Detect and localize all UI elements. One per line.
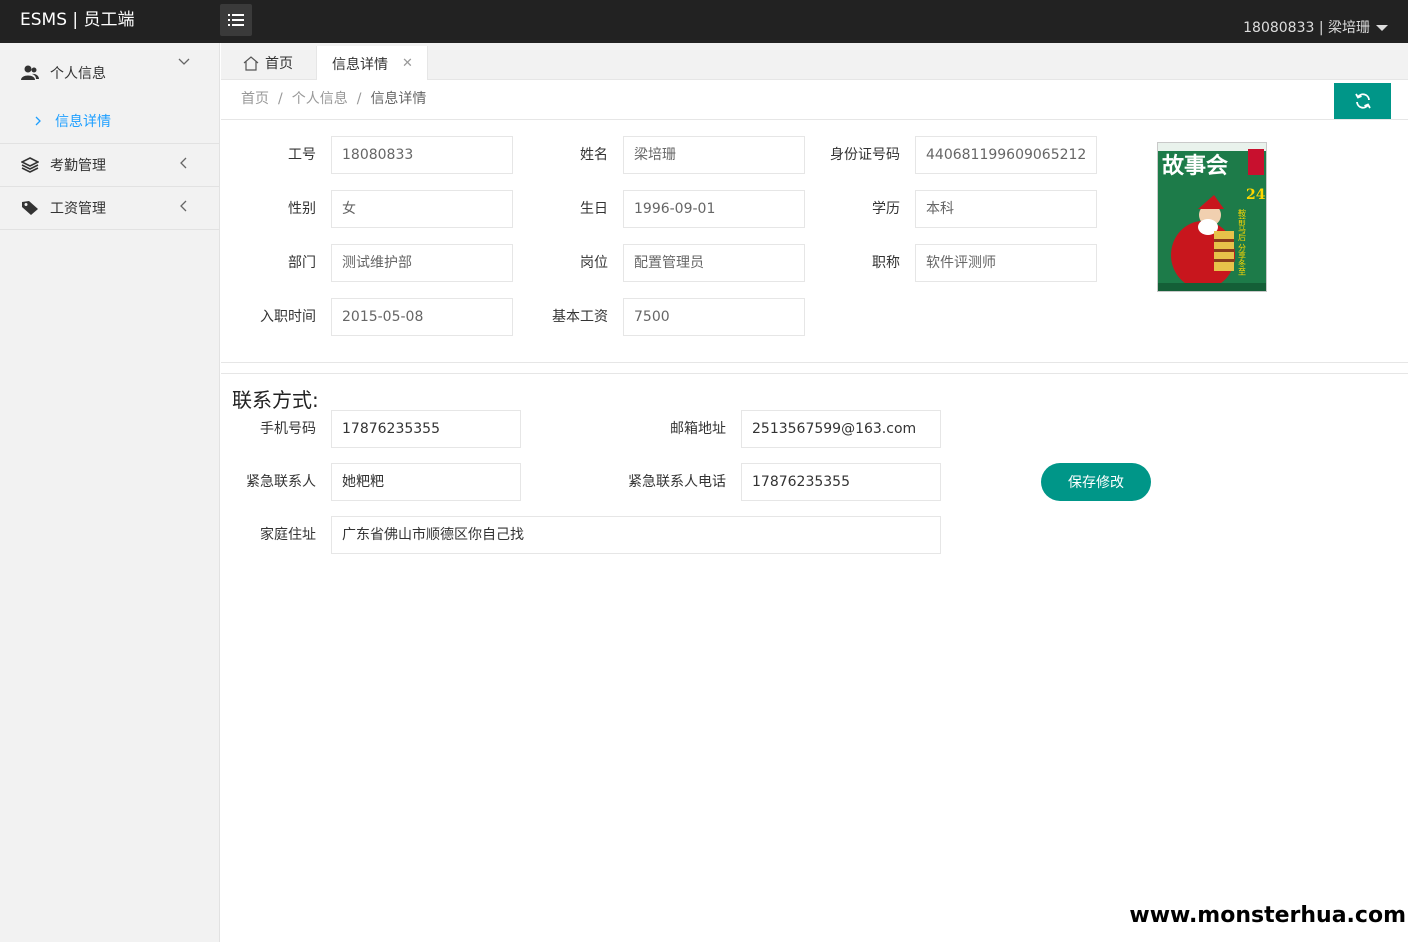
chevron-right-icon	[35, 116, 41, 126]
name-field[interactable]: 梁培珊	[623, 136, 805, 174]
base-salary-label: 基本工资	[552, 309, 608, 325]
sidebar-group-personal: 个人信息 信息详情	[0, 43, 219, 144]
address-input[interactable]: 广东省佛山市顺德区你自己找	[331, 516, 941, 554]
sidebar-item-salary[interactable]: 工资管理	[0, 187, 219, 229]
tab-label: 信息详情	[332, 56, 388, 73]
id-card-field[interactable]: 440681199609065212	[915, 136, 1097, 174]
department-field[interactable]: 测试维护部	[331, 244, 513, 282]
sidebar-item-label: 考勤管理	[50, 158, 106, 174]
id-card-label: 身份证号码	[830, 147, 900, 163]
watermark-text: www.monsterhua.com	[1129, 903, 1406, 928]
breadcrumb-current: 信息详情	[370, 91, 427, 107]
breadcrumb-home[interactable]: 首页	[241, 91, 269, 107]
section-divider	[221, 362, 1408, 363]
sidebar-item-attendance[interactable]: 考勤管理	[0, 144, 219, 186]
chevron-left-icon	[180, 200, 187, 212]
education-label: 学历	[872, 201, 900, 217]
tab-label: 首页	[265, 56, 293, 72]
caret-down-icon	[1376, 25, 1388, 31]
sidebar-item-info-detail[interactable]: 信息详情	[0, 103, 219, 139]
refresh-icon	[1354, 93, 1371, 109]
sidebar-item-label: 个人信息	[50, 66, 106, 82]
job-title-field[interactable]: 软件评测师	[915, 244, 1097, 282]
top-bar: ESMS | 员工端 18080833 | 梁培珊	[0, 0, 1408, 43]
refresh-button[interactable]	[1334, 83, 1391, 119]
birthday-label: 生日	[580, 201, 608, 217]
layers-icon	[20, 155, 40, 175]
magazine-masthead: 故事会	[1162, 153, 1228, 179]
user-icon	[20, 63, 40, 83]
sidebar-group-salary: 工资管理	[0, 187, 219, 230]
sidebar-subitem-label: 信息详情	[55, 114, 111, 130]
breadcrumb-bar: 首页 / 个人信息 / 信息详情	[221, 80, 1408, 120]
emp-id-label: 工号	[288, 147, 316, 163]
sidebar-item-label: 工资管理	[50, 201, 106, 217]
emergency-contact-input[interactable]: 她粑粑	[331, 463, 521, 501]
breadcrumb-personal-info[interactable]: 个人信息	[292, 91, 348, 107]
chevron-left-icon	[180, 157, 187, 169]
tab-home[interactable]: 首页	[243, 46, 293, 80]
email-label: 邮箱地址	[670, 421, 726, 437]
sidebar: 个人信息 信息详情 考勤管理 工资管理	[0, 43, 220, 942]
employee-photo: 故事会 24 鞍前马后 分享冬至	[1157, 142, 1267, 292]
education-field[interactable]: 本科	[915, 190, 1097, 228]
magazine-cover-image: 故事会 24 鞍前马后 分享冬至	[1158, 143, 1266, 291]
hire-date-label: 入职时间	[260, 309, 316, 325]
job-title-label: 职称	[872, 255, 900, 271]
department-label: 部门	[288, 255, 316, 271]
menu-toggle-button[interactable]	[220, 4, 252, 36]
save-button[interactable]: 保存修改	[1041, 463, 1151, 501]
position-field[interactable]: 配置管理员	[623, 244, 805, 282]
email-input[interactable]: 2513567599@163.com	[741, 410, 941, 448]
birthday-field[interactable]: 1996-09-01	[623, 190, 805, 228]
user-menu[interactable]: 18080833 | 梁培珊	[1243, 0, 1388, 43]
phone-label: 手机号码	[260, 421, 316, 437]
position-label: 岗位	[580, 255, 608, 271]
tab-bar: 首页 信息详情 ✕	[221, 43, 1408, 81]
sidebar-group-attendance: 考勤管理	[0, 144, 219, 187]
magazine-side-text: 鞍前马后 分享冬至	[1238, 208, 1247, 276]
name-label: 姓名	[580, 147, 608, 163]
home-icon	[243, 55, 259, 71]
magazine-issue: 24	[1246, 187, 1266, 203]
sidebar-item-personal-info[interactable]: 个人信息	[0, 43, 219, 103]
chevron-down-icon	[178, 58, 190, 65]
section-divider	[221, 373, 1408, 374]
emergency-phone-label: 紧急联系人电话	[628, 474, 726, 490]
menu-icon	[228, 14, 244, 26]
contact-section-title: 联系方式:	[232, 388, 319, 412]
app-title: ESMS | 员工端	[20, 10, 135, 30]
tab-info-detail[interactable]: 信息详情 ✕	[316, 46, 428, 81]
tag-icon	[20, 198, 40, 218]
phone-input[interactable]: 17876235355	[331, 410, 521, 448]
address-label: 家庭住址	[260, 527, 316, 543]
emp-id-field[interactable]: 18080833	[331, 136, 513, 174]
gender-field[interactable]: 女	[331, 190, 513, 228]
gender-label: 性别	[288, 201, 316, 217]
close-icon[interactable]: ✕	[402, 56, 413, 71]
breadcrumb: 首页 / 个人信息 / 信息详情	[241, 91, 427, 107]
emergency-phone-input[interactable]: 17876235355	[741, 463, 941, 501]
base-salary-field[interactable]: 7500	[623, 298, 805, 336]
hire-date-field[interactable]: 2015-05-08	[331, 298, 513, 336]
emergency-contact-label: 紧急联系人	[246, 474, 316, 490]
